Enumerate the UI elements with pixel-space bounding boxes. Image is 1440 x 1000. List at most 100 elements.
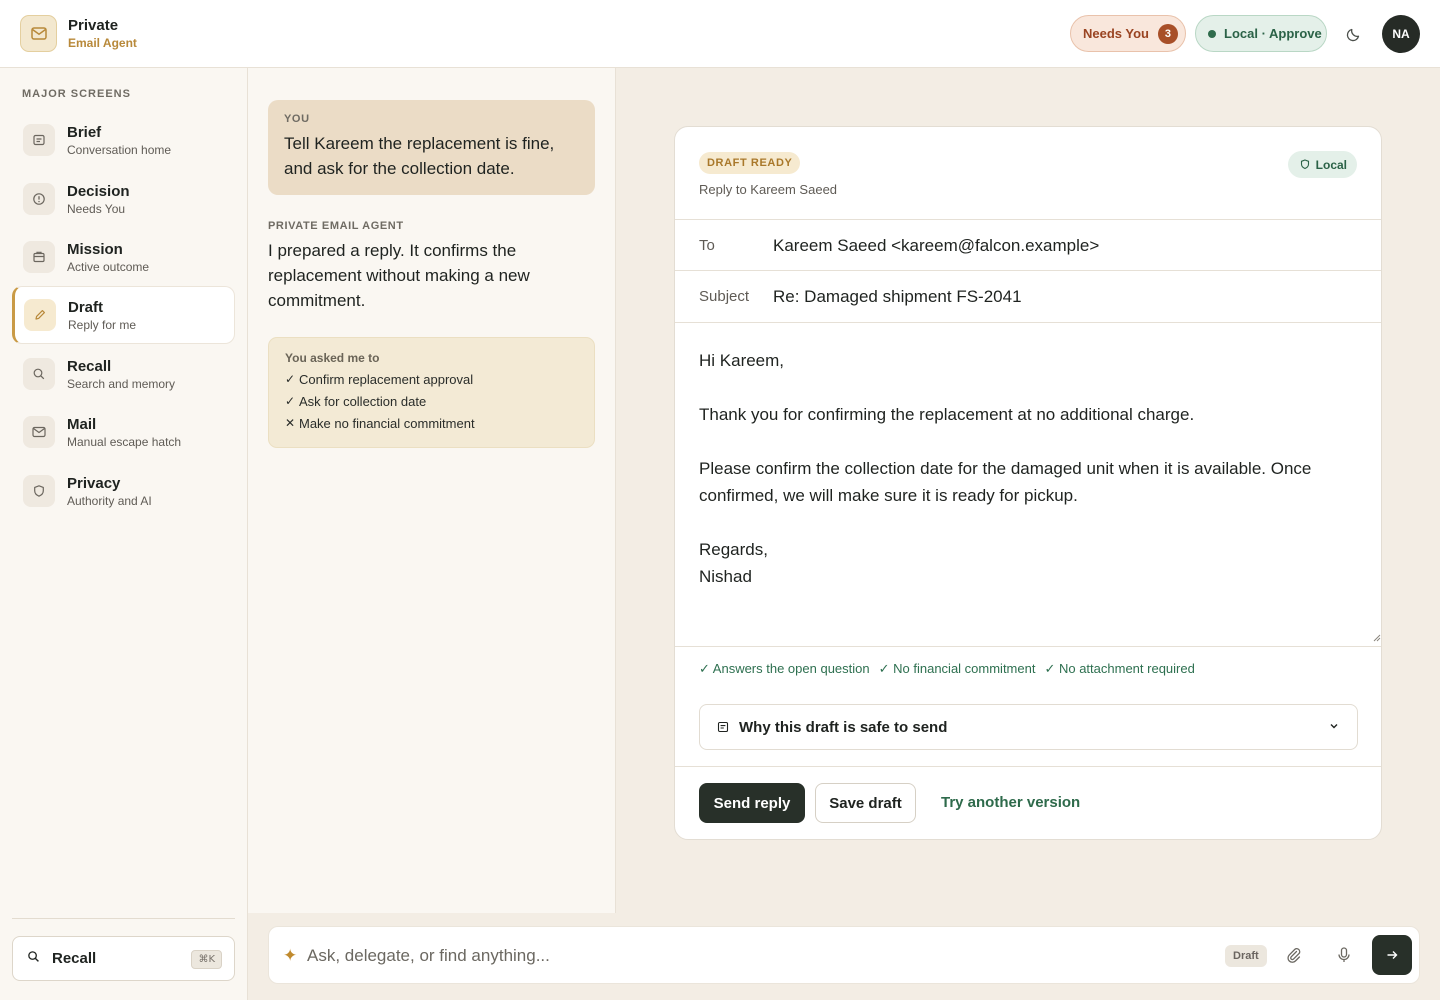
submit-button[interactable] — [1372, 935, 1412, 975]
agent-message-label: PRIVATE EMAIL AGENT — [268, 220, 404, 232]
mail-icon — [23, 416, 55, 448]
to-label: To — [699, 237, 715, 254]
resize-handle-icon[interactable] — [1373, 634, 1381, 642]
recall-button-label: Recall — [52, 950, 97, 967]
sidebar-item-mail[interactable]: Mail Manual escape hatch — [12, 403, 235, 461]
sidebar-item-subtitle: Reply for me — [68, 317, 137, 332]
mode-status-button[interactable]: Local · Approve — [1195, 15, 1327, 52]
sidebar: MAJOR SCREENS Brief Conversation home De… — [0, 68, 248, 1000]
mode-label: Local · Approve — [1224, 26, 1322, 41]
save-draft-button[interactable]: Save draft — [815, 783, 916, 823]
sidebar-item-brief[interactable]: Brief Conversation home — [12, 111, 235, 169]
local-badge-label: Local — [1315, 157, 1347, 172]
instructions-summary-card: You asked me to ✓ Confirm replacement ap… — [268, 337, 595, 448]
sidebar-item-subtitle: Manual escape hatch — [67, 434, 182, 449]
try-another-version-button[interactable]: Try another version — [941, 794, 1080, 811]
list-item: ✓ Ask for collection date — [285, 394, 578, 409]
status-badge: DRAFT READY — [699, 152, 801, 174]
to-value[interactable]: Kareem Saeed <kareem@falcon.example> — [773, 236, 1099, 256]
sidebar-item-subtitle: Search and memory — [67, 376, 176, 391]
agent-message-text: I prepared a reply. It confirms the repl… — [268, 241, 530, 310]
divider — [675, 766, 1381, 767]
needs-you-button[interactable]: Needs You 3 — [1070, 15, 1186, 52]
check-icon: ✓ — [285, 372, 296, 386]
pencil-icon — [24, 299, 56, 331]
briefcase-icon — [23, 241, 55, 273]
list-item: ✓ Confirm replacement approval — [285, 372, 578, 387]
user-message-label: YOU — [284, 113, 310, 125]
check-item: ✓ No attachment required — [1044, 661, 1195, 676]
composer-bar: ✦ Draft — [248, 913, 1440, 1000]
composer: ✦ Draft — [268, 926, 1420, 984]
draft-card: DRAFT READY Reply to Kareem Saeed Local … — [674, 126, 1382, 840]
list-item-text: Make no financial commitment — [299, 416, 475, 431]
brand-subtitle: Email Agent — [68, 36, 137, 50]
email-signature: Nishad — [699, 567, 752, 586]
avatar[interactable]: NA — [1382, 15, 1420, 53]
sidebar-item-title: Recall — [67, 357, 112, 375]
alert-circle-icon — [23, 183, 55, 215]
keyboard-shortcut-badge: ⌘K — [191, 950, 222, 969]
status-dot-icon — [1208, 29, 1216, 38]
sidebar-item-title: Brief — [67, 123, 102, 141]
brief-icon — [23, 124, 55, 156]
safety-checks: ✓ Answers the open question ✓ No financi… — [699, 661, 1195, 677]
brand[interactable]: Private Email Agent — [20, 15, 137, 52]
email-greeting: Hi Kareem, — [699, 351, 785, 370]
composer-input[interactable] — [307, 941, 1207, 971]
email-paragraph: Please confirm the collection date for t… — [699, 459, 1312, 505]
sidebar-heading: MAJOR SCREENS — [22, 88, 131, 100]
email-paragraph: Thank you for confirming the replacement… — [699, 405, 1195, 424]
search-icon — [23, 358, 55, 390]
local-badge: Local — [1287, 151, 1357, 178]
document-icon — [717, 721, 729, 733]
subject-value[interactable]: Re: Damaged shipment FS-2041 — [773, 287, 1022, 307]
to-field[interactable]: To Kareem Saeed <kareem@falcon.example> — [675, 219, 1381, 271]
recall-button[interactable]: Recall ⌘K — [12, 936, 235, 981]
list-item-text: Confirm replacement approval — [299, 372, 474, 387]
sidebar-item-privacy[interactable]: Privacy Authority and AI — [12, 462, 235, 520]
send-reply-button[interactable]: Send reply — [699, 783, 805, 823]
sidebar-item-title: Mail — [67, 415, 97, 433]
sidebar-item-subtitle: Conversation home — [67, 142, 172, 157]
needs-you-count-badge: 3 — [1157, 23, 1178, 44]
sidebar-item-title: Mission — [67, 240, 123, 258]
context-chip[interactable]: Draft — [1225, 945, 1267, 967]
sparkle-icon: ✦ — [283, 946, 298, 966]
mail-logo-icon — [20, 15, 57, 52]
user-message-text: Tell Kareem the replacement is fine, and… — [284, 134, 555, 178]
sidebar-item-mission[interactable]: Mission Active outcome — [12, 228, 235, 286]
search-icon — [27, 950, 40, 968]
subject-label: Subject — [699, 288, 750, 305]
arrow-right-icon — [1387, 951, 1398, 959]
reply-to-text: Reply to Kareem Saeed — [699, 182, 838, 197]
sidebar-item-decision[interactable]: Decision Needs You — [12, 170, 235, 228]
email-body-editor[interactable]: Hi Kareem, Thank you for confirming the … — [675, 322, 1381, 647]
list-item-text: Ask for collection date — [299, 394, 427, 409]
microphone-icon[interactable] — [1336, 946, 1352, 969]
sidebar-divider — [12, 918, 235, 919]
sidebar-item-title: Privacy — [67, 474, 121, 492]
sidebar-item-draft[interactable]: Draft Reply for me — [12, 286, 235, 344]
subject-field[interactable]: Subject Re: Damaged shipment FS-2041 — [675, 270, 1381, 322]
cross-icon: ✕ — [285, 416, 296, 430]
shield-icon — [1300, 159, 1309, 170]
check-item: ✓ No financial commitment — [878, 661, 1036, 676]
why-safe-label: Why this draft is safe to send — [739, 718, 948, 736]
check-icon: ✓ — [285, 394, 296, 408]
moon-icon[interactable] — [1344, 24, 1364, 44]
conversation-panel: YOU Tell Kareem the replacement is fine,… — [248, 68, 616, 913]
paperclip-icon[interactable] — [1285, 946, 1303, 969]
sidebar-item-title: Decision — [67, 182, 130, 200]
top-bar: Private Email Agent Needs You 3 Local · … — [0, 0, 1440, 68]
why-safe-expander[interactable]: Why this draft is safe to send — [699, 704, 1358, 750]
shield-icon — [23, 475, 55, 507]
main-area: DRAFT READY Reply to Kareem Saeed Local … — [616, 68, 1440, 913]
sidebar-item-subtitle: Authority and AI — [67, 493, 152, 508]
user-message-bubble: YOU Tell Kareem the replacement is fine,… — [268, 100, 595, 195]
sidebar-item-title: Draft — [68, 298, 104, 316]
needs-you-label: Needs You — [1083, 26, 1149, 41]
sidebar-item-recall[interactable]: Recall Search and memory — [12, 345, 235, 403]
list-item: ✕ Make no financial commitment — [285, 416, 578, 431]
chevron-down-icon — [1330, 724, 1338, 729]
